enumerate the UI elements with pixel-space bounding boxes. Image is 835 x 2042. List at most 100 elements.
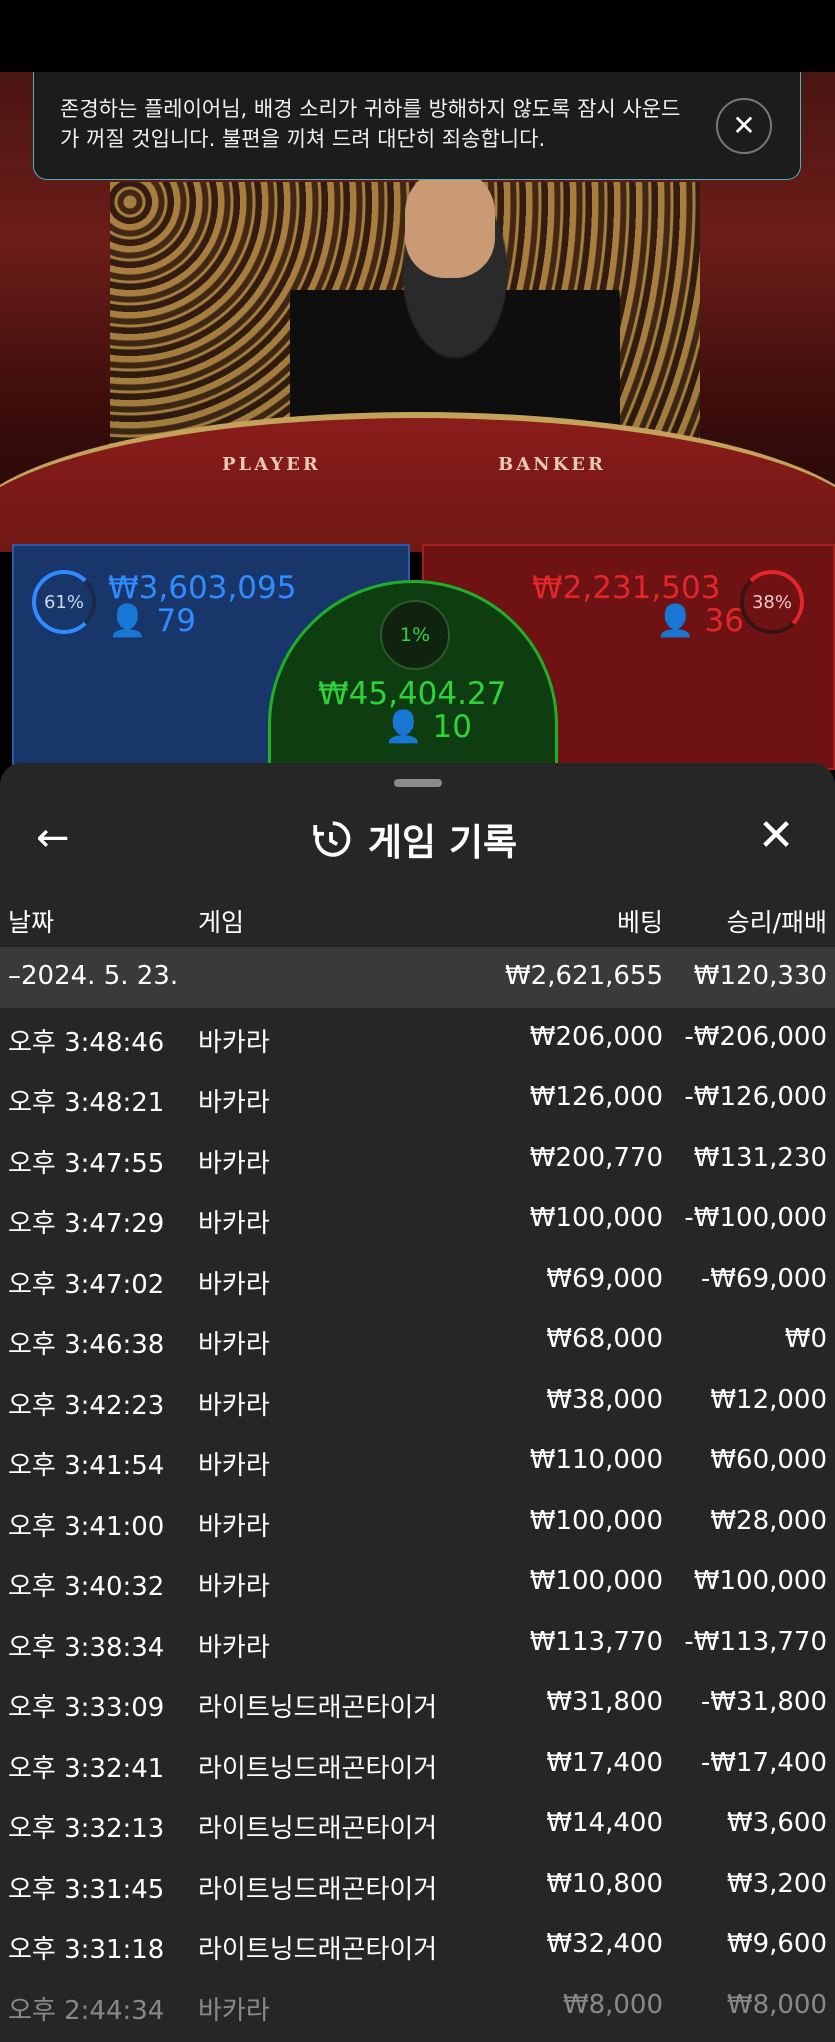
row-winloss: ₩8,000 (726, 1989, 827, 2020)
row-game: 바카라 (198, 1027, 270, 1058)
row-time: 오후 2:44:34 (8, 1995, 165, 2026)
row-time: 오후 3:47:29 (8, 1209, 165, 1239)
row-bet: ₩31,800 (546, 1687, 663, 1717)
row-game: 바카라 (198, 1209, 270, 1239)
row-game: 라이트닝드래곤타이거 (198, 1935, 438, 1965)
sheet-title: 게임 기록 (368, 821, 518, 864)
status-bar (0, 0, 835, 72)
row-bet: ₩206,000 (529, 1021, 663, 1052)
table-row[interactable]: 오후 3:38:34 바카라 ₩113,770 -₩113,770 (0, 1613, 835, 1674)
row-winloss: -₩206,000 (684, 1021, 827, 1052)
row-game: 라이트닝드래곤타이거 (198, 1814, 438, 1844)
row-winloss: ₩12,000 (710, 1384, 827, 1415)
notice-text: 존경하는 플레이어님, 배경 소리가 귀하를 방해하지 않도록 잠시 사운드가 … (60, 97, 681, 151)
row-game: 바카라 (198, 1148, 270, 1179)
row-bet: ₩100,000 (529, 1505, 663, 1536)
table-row[interactable]: 오후 3:41:00 바카라 ₩100,000 ₩28,000 (0, 1492, 835, 1553)
row-bet: ₩68,000 (546, 1324, 663, 1354)
column-header-bet: 베팅 (616, 908, 663, 937)
player-percent: 61% (43, 591, 84, 613)
row-winloss: ₩0 (784, 1324, 827, 1354)
table-row[interactable]: 오후 3:48:46 바카라 ₩206,000 -₩206,000 (0, 1008, 835, 1069)
tie-percent: 1% (399, 624, 431, 646)
back-button[interactable]: ← (36, 813, 86, 863)
row-winloss: -₩17,400 (700, 1747, 827, 1778)
history-rows: 오후 3:48:46 바카라 ₩206,000 -₩206,000 오후 3:48:21… (0, 1008, 835, 2037)
row-time: 오후 3:32:41 (8, 1753, 165, 1784)
row-bet: ₩38,000 (546, 1384, 663, 1415)
row-winloss: -₩113,770 (684, 1626, 827, 1657)
sheet-header: ← 게임 기록 ✕ (0, 803, 835, 883)
row-winloss: ₩28,000 (710, 1505, 827, 1536)
column-header-winloss: 승리/패배 (726, 908, 827, 937)
player-bet-amount: ₩3,603,095 (108, 570, 297, 606)
table-label-banker: BANKER (498, 454, 606, 475)
row-time: 오후 3:42:23 (8, 1390, 165, 1421)
row-game: 바카라 (198, 1390, 270, 1421)
table-row[interactable]: 오후 3:33:09 라이트닝드래곤타이거 ₩31,800 -₩31,800 (0, 1673, 835, 1734)
row-winloss: ₩60,000 (710, 1445, 827, 1475)
row-time: 오후 3:33:09 (8, 1693, 165, 1723)
table-row[interactable]: 오후 3:47:02 바카라 ₩69,000 -₩69,000 (0, 1250, 835, 1311)
banker-bet-amount: ₩2,231,503 (532, 570, 721, 606)
row-winloss: ₩131,230 (693, 1142, 827, 1173)
row-bet: ₩8,000 (562, 1989, 663, 2020)
sheet-drag-handle[interactable] (394, 779, 442, 787)
row-bet: ₩113,770 (529, 1626, 663, 1657)
table-row[interactable]: 오후 3:48:21 바카라 ₩126,000 -₩126,000 (0, 1068, 835, 1129)
row-winloss: ₩3,600 (726, 1808, 827, 1838)
row-time: 오후 3:48:46 (8, 1027, 165, 1058)
row-game: 바카라 (198, 1088, 270, 1118)
row-game: 바카라 (198, 1451, 270, 1481)
sheet-close-button[interactable]: ✕ (751, 811, 801, 861)
table-row[interactable]: 오후 3:42:23 바카라 ₩38,000 ₩12,000 (0, 1371, 835, 1432)
row-game: 라이트닝드래곤타이거 (198, 1693, 438, 1723)
row-winloss: -₩100,000 (684, 1203, 827, 1233)
table-row[interactable]: 오후 3:40:32 바카라 ₩100,000 ₩100,000 (0, 1552, 835, 1613)
table-row[interactable]: 오후 3:41:54 바카라 ₩110,000 ₩60,000 (0, 1431, 835, 1492)
row-bet: ₩14,400 (546, 1808, 663, 1838)
table-row[interactable]: 오후 3:32:41 라이트닝드래곤타이거 ₩17,400 -₩17,400 (0, 1734, 835, 1795)
date-group-row[interactable]: –2024. 5. 23. ₩2,621,655 ₩120,330 (0, 947, 835, 1008)
row-time: 오후 3:46:38 (8, 1330, 165, 1360)
row-game: 라이트닝드래곤타이거 (198, 1874, 438, 1905)
tie-count-value: 10 (432, 709, 472, 745)
row-winloss: ₩3,200 (726, 1868, 827, 1899)
row-bet: ₩100,000 (529, 1566, 663, 1596)
table-row[interactable]: 오후 3:32:13 라이트닝드래곤타이거 ₩14,400 ₩3,600 (0, 1794, 835, 1855)
row-winloss: -₩126,000 (684, 1082, 827, 1112)
banker-percent: 38% (751, 591, 792, 613)
row-winloss: ₩100,000 (693, 1566, 827, 1596)
table-row[interactable]: 오후 3:47:29 바카라 ₩100,000 -₩100,000 (0, 1189, 835, 1250)
row-game: 바카라 (198, 1269, 270, 1300)
column-header-date: 날짜 (8, 908, 55, 937)
table-row[interactable]: 오후 3:31:18 라이트닝드래곤타이거 ₩32,400 ₩9,600 (0, 1915, 835, 1976)
row-time: 오후 3:47:02 (8, 1269, 165, 1300)
table-row[interactable]: 오후 2:44:34 바카라 ₩8,000 ₩8,000 (0, 1976, 835, 2037)
column-headers: 날짜 게임 베팅 승리/패배 (0, 893, 835, 945)
row-bet: ₩10,800 (546, 1868, 663, 1899)
table-row[interactable]: 오후 3:31:45 라이트닝드래곤타이거 ₩10,800 ₩3,200 (0, 1855, 835, 1916)
row-bet: ₩100,000 (529, 1203, 663, 1233)
tie-bet-count: 👤 10 (384, 708, 472, 745)
tie-percent-ring: 1% (380, 600, 450, 670)
column-header-game: 게임 (198, 908, 245, 937)
user-icon: 👤 (384, 709, 423, 745)
close-icon: ✕ (757, 810, 795, 861)
row-bet: ₩69,000 (546, 1263, 663, 1294)
row-time: 오후 3:31:45 (8, 1874, 165, 1905)
date-group-winloss: ₩120,330 (693, 961, 827, 991)
row-time: 오후 3:40:32 (8, 1572, 165, 1602)
table-row[interactable]: 오후 3:46:38 바카라 ₩68,000 ₩0 (0, 1310, 835, 1371)
notice-close-button[interactable]: ✕ (716, 98, 772, 154)
row-winloss: -₩69,000 (700, 1263, 827, 1294)
row-time: 오후 3:41:54 (8, 1451, 165, 1481)
banker-bet-count: 👤 36 (656, 602, 744, 639)
row-bet: ₩126,000 (529, 1082, 663, 1112)
table-label-player: PLAYER (222, 454, 321, 475)
game-history-sheet: ← 게임 기록 ✕ 날짜 게임 베팅 승리/패배 –2024. 5. 23. ₩… (0, 763, 835, 2042)
row-game: 바카라 (198, 1632, 270, 1663)
row-bet: ₩110,000 (529, 1445, 663, 1475)
row-game: 바카라 (198, 1330, 270, 1360)
table-row[interactable]: 오후 3:47:55 바카라 ₩200,770 ₩131,230 (0, 1129, 835, 1190)
